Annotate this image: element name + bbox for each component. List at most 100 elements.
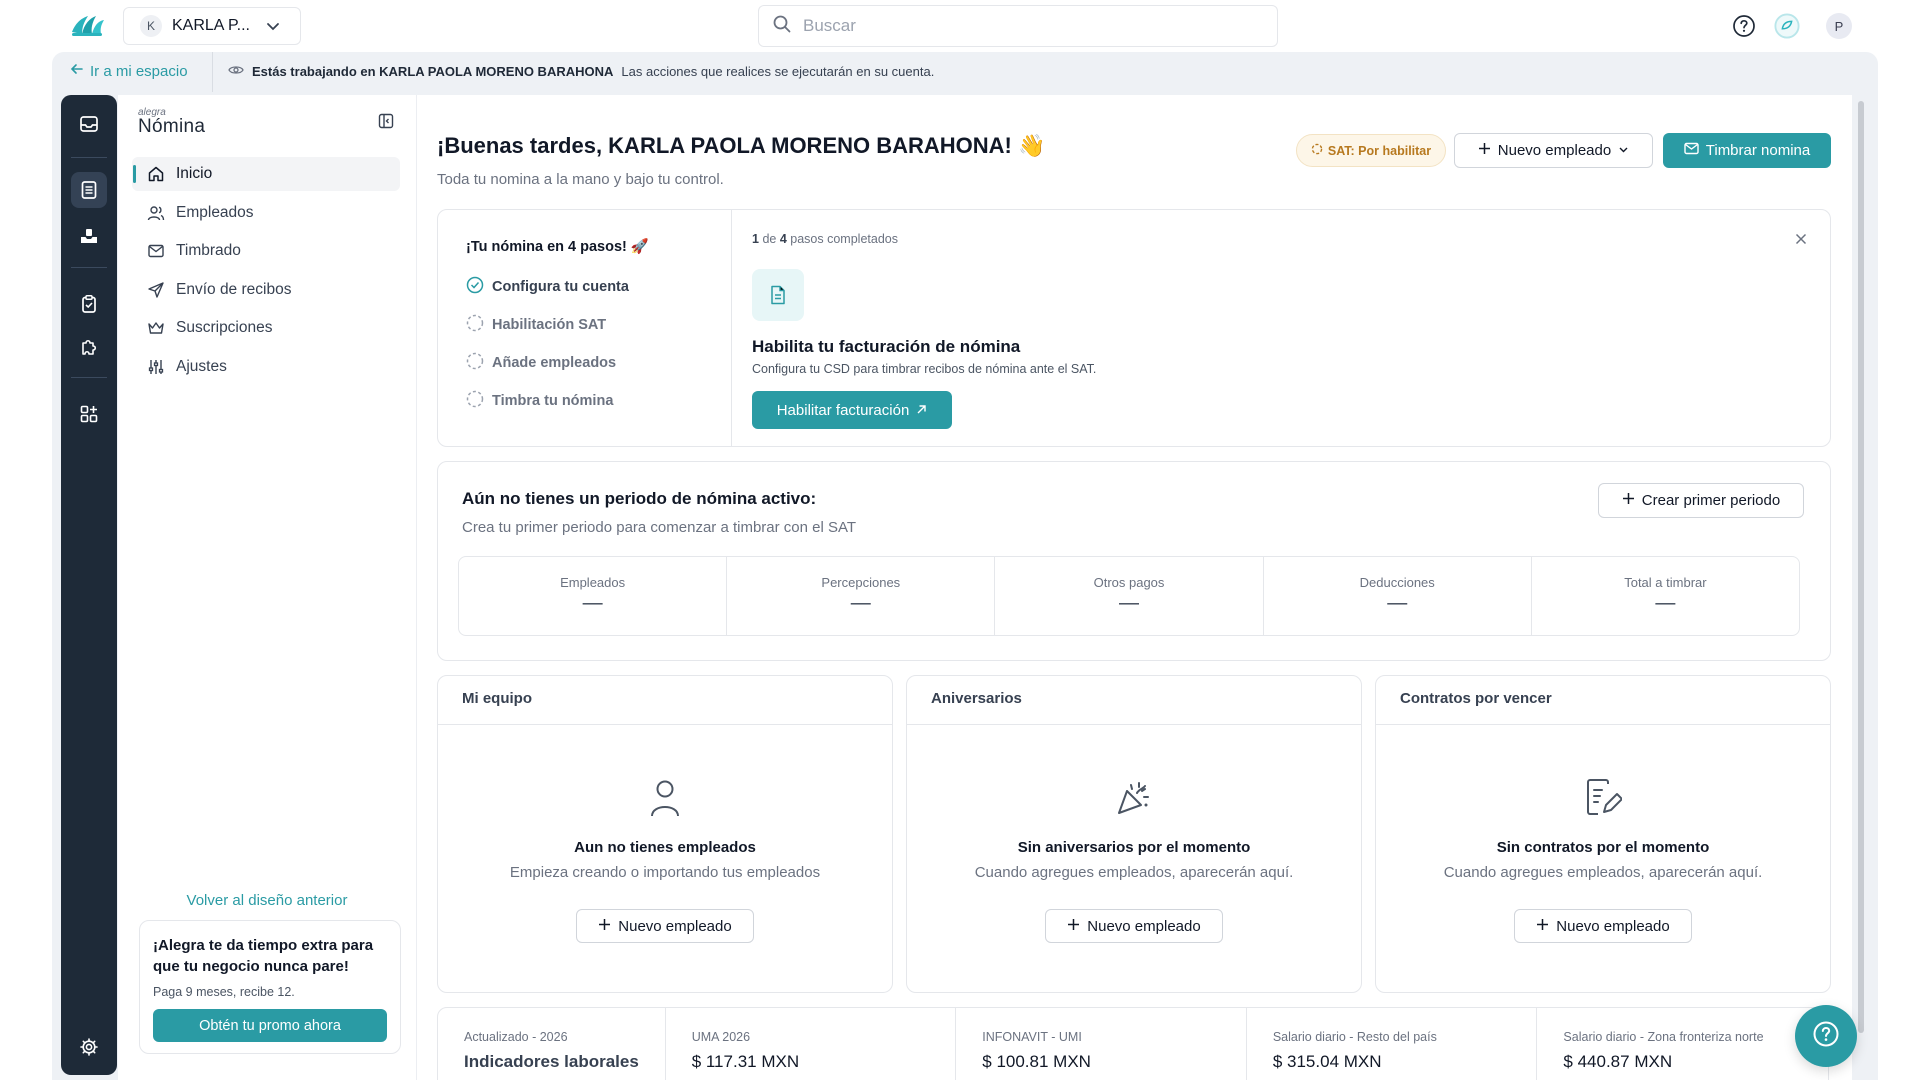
indicators-title: Indicadores laborales (464, 1052, 639, 1071)
enable-invoicing-button[interactable]: Habilitar facturación (752, 391, 952, 429)
stat-empleados: Empleados — (459, 557, 728, 635)
help-chat-button[interactable] (1795, 1005, 1857, 1067)
search-input[interactable] (803, 16, 1203, 36)
period-stats: Empleados — Percepciones — Otros pagos —… (458, 556, 1800, 636)
collapse-sidebar-icon[interactable] (378, 113, 394, 129)
indicator-value: $ 440.87 MXN (1563, 1052, 1673, 1071)
stamp-payroll-label: Timbrar nomina (1705, 142, 1811, 159)
period-description: Crea tu primer periodo para comenzar a t… (462, 519, 857, 536)
stat-value: — (1655, 592, 1676, 614)
back-to-my-space-link[interactable]: Ir a mi espacio (70, 62, 188, 80)
stat-total-a-timbrar: Total a timbrar — (1532, 557, 1799, 635)
search-bar[interactable] (758, 5, 1278, 47)
main-content: ¡Buenas tardes, KARLA PAOLA MORENO BARAH… (416, 95, 1852, 1080)
widget-divider (907, 724, 1361, 725)
home-icon (146, 164, 166, 184)
sidebar: alegra Nómina Inicio Empleados Timbrado (118, 95, 416, 1080)
widget-title: Aniversarios (931, 690, 1022, 707)
plus-icon (598, 918, 611, 935)
create-first-period-button[interactable]: Crear primer periodo (1598, 483, 1804, 518)
crown-icon (146, 318, 166, 338)
sidebar-item-label: Timbrado (176, 242, 241, 259)
promo-title: ¡Alegra te da tiempo extra para que tu n… (153, 937, 374, 975)
step-habilitacion-sat[interactable]: Habilitación SAT (466, 314, 606, 336)
alegra-logo-icon[interactable] (70, 12, 106, 38)
promo-button[interactable]: Obtén tu promo ahora (153, 1009, 387, 1042)
step-anade-empleados[interactable]: Añade empleados (466, 352, 616, 374)
step-label: Añade empleados (492, 355, 617, 371)
widget-heading: Sin contratos por el momento (1496, 839, 1710, 856)
puzzle-icon[interactable] (77, 335, 101, 359)
step-configura-cuenta[interactable]: Configura tu cuenta (466, 276, 629, 298)
pending-circle-icon (466, 390, 484, 412)
scrollbar-thumb[interactable] (1858, 101, 1864, 1033)
sidebar-item-label: Inicio (176, 165, 213, 182)
indicator-label: Salario diario - Zona fronteriza norte (1563, 1030, 1764, 1044)
enable-invoicing-label: Habilitar facturación (776, 401, 910, 419)
promo-card: ¡Alegra te da tiempo extra para que tu n… (139, 920, 401, 1054)
sat-status-icon (1311, 143, 1323, 158)
indicator-value: $ 315.04 MXN (1272, 1052, 1382, 1071)
user-avatar[interactable]: P (1826, 13, 1852, 39)
sidebar-item-inicio[interactable]: Inicio (132, 157, 400, 191)
widget-title: Contratos por vencer (1400, 690, 1552, 707)
current-step-panel: 1 de 4 pasos completados Habilita tu fac… (732, 210, 1832, 446)
onboarding-steps-card: ¡Tu nómina en 4 pasos! 🚀 Configura tu cu… (437, 209, 1831, 447)
stat-value: — (1387, 592, 1408, 614)
plus-icon (1478, 142, 1491, 159)
new-employee-button[interactable]: Nuevo empleado (1514, 909, 1692, 943)
stat-percepciones: Percepciones — (727, 557, 996, 635)
account-name: KARLA P... (172, 17, 250, 34)
brand-big: Nómina (138, 116, 206, 137)
current-step-description: Configura tu CSD para timbrar recibos de… (752, 362, 1097, 376)
stat-label: Percepciones (821, 575, 901, 590)
stat-value: — (582, 592, 603, 614)
steps-progress: 1 de 4 pasos completados (752, 232, 898, 246)
payroll-icon[interactable] (71, 172, 107, 208)
working-as-account: Estás trabajando en KARLA PAOLA MORENO B… (252, 64, 614, 79)
plus-icon (1536, 918, 1549, 935)
sidebar-item-envio-recibos[interactable]: Envío de recibos (132, 273, 400, 307)
inbox-icon[interactable] (77, 112, 101, 136)
inbox-tray-icon[interactable] (77, 224, 101, 248)
stat-value: — (1119, 592, 1139, 614)
widget-description: Cuando agregues empleados, aparecerán aq… (1443, 864, 1763, 881)
rail-divider (71, 157, 107, 158)
sat-status-badge[interactable]: SAT: Por habilitar (1296, 134, 1446, 167)
main-scrollbar[interactable] (1856, 95, 1866, 1080)
assistant-icon[interactable] (1774, 13, 1800, 39)
sidebar-item-ajustes[interactable]: Ajustes (132, 350, 400, 384)
new-employee-dropdown-button[interactable]: Nuevo empleado (1454, 133, 1653, 168)
clipboard-icon[interactable] (77, 292, 101, 316)
indicator-infonavit-umi: INFONAVIT - UMI $ 100.81 MXN (956, 1008, 1247, 1080)
widget-contratos-por-vencer: Contratos por vencer Sin contratos por e… (1375, 675, 1831, 993)
sidebar-item-label: Empleados (176, 203, 254, 221)
stat-deducciones: Deducciones — (1264, 557, 1532, 635)
step-timbra-nomina[interactable]: Timbra tu nómina (466, 390, 613, 412)
workspace-banner: Ir a mi espacio Estás trabajando en KARL… (52, 52, 1878, 92)
steps-title: ¡Tu nómina en 4 pasos! 🚀 (466, 239, 649, 255)
stat-label: Deducciones (1359, 575, 1435, 590)
contract-edit-icon (1581, 776, 1625, 820)
mail-icon (146, 241, 166, 261)
account-switcher[interactable]: K KARLA P... (123, 7, 301, 45)
steps-progress-text: pasos completados (790, 232, 898, 246)
indicators-updated: Actualizado - 2026 (464, 1030, 568, 1044)
help-icon[interactable] (1731, 13, 1757, 39)
create-first-period-label: Crear primer periodo (1641, 492, 1781, 509)
settings-icon[interactable] (77, 1035, 101, 1059)
page-subtitle: Toda tu nomina a la mano y bajo tu contr… (437, 171, 724, 188)
sidebar-item-empleados[interactable]: Empleados (132, 196, 400, 230)
back-to-previous-design-link[interactable]: Volver al diseño anterior (118, 892, 416, 909)
new-employee-button[interactable]: Nuevo empleado (1045, 909, 1223, 943)
document-icon (752, 269, 804, 321)
sidebar-item-label: Envío de recibos (176, 280, 292, 298)
nomina-logo[interactable]: alegra Nómina (138, 107, 205, 138)
apps-icon[interactable] (77, 402, 101, 426)
stamp-payroll-button[interactable]: Timbrar nomina (1663, 133, 1831, 168)
widget-aniversarios: Aniversarios Sin aniversarios por el mom… (906, 675, 1362, 993)
new-employee-button[interactable]: Nuevo empleado (576, 909, 754, 943)
sidebar-item-timbrado[interactable]: Timbrado (132, 234, 400, 268)
sidebar-item-suscripciones[interactable]: Suscripciones (132, 311, 400, 345)
close-icon[interactable] (1794, 232, 1808, 251)
